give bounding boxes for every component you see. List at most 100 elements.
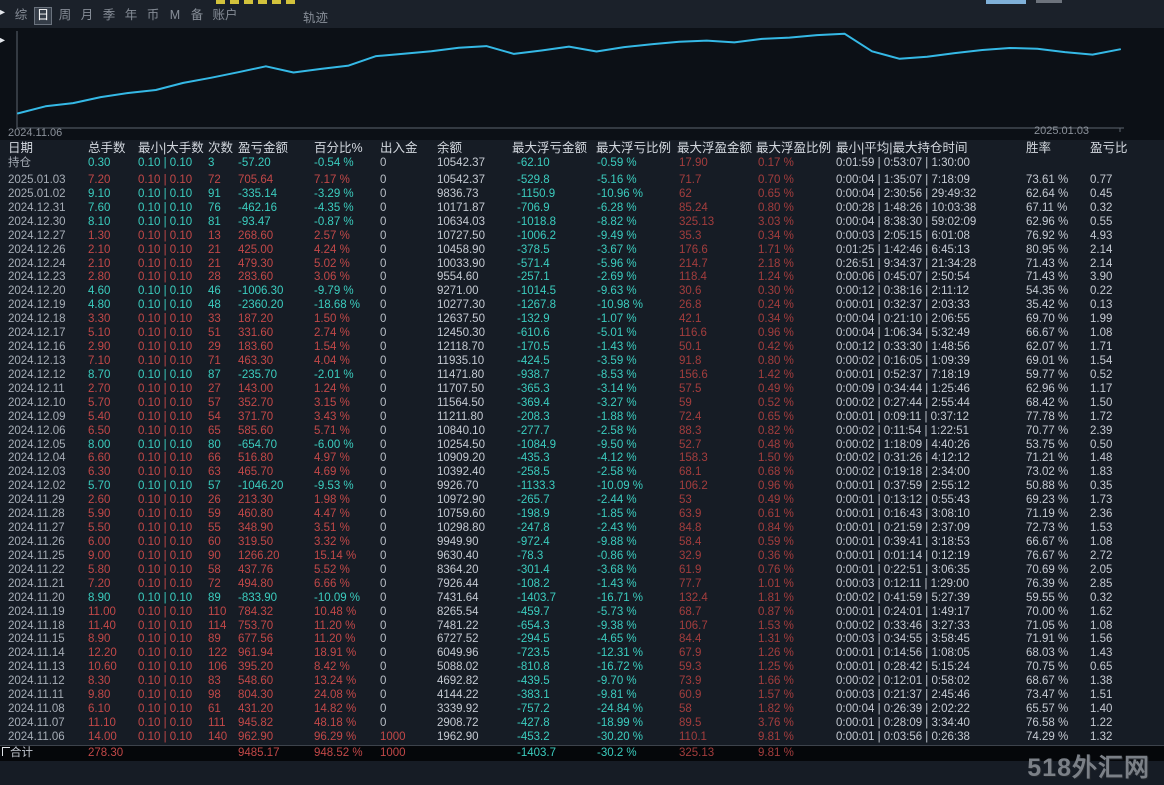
cell-count: 29 [208,341,221,354]
cell-minmax: 0.10 | 0.10 [138,201,193,214]
table-row[interactable]: 2024.12.27 1.30 0.10 | 0.10 13 268.60 2.57 % 0… [0,230,1164,244]
cell-lots: 5.10 [88,327,111,340]
table-row[interactable]: 2024.12.20 4.60 0.10 | 0.10 46 -1006.30 -9.79… [0,285,1164,299]
table-row[interactable]: 2024.12.16 2.90 0.10 | 0.10 29 183.60 1.54 % 0… [0,341,1164,355]
cell-lots: 8.30 [88,675,111,688]
header-pl-ratio: 盈亏比 [1090,141,1128,155]
cell-date: 2024.12.03 [8,466,66,479]
cell-date: 2024.11.25 [8,549,65,562]
cell-balance: 6049.96 [437,647,479,660]
table-row[interactable]: 2024.11.27 5.50 0.10 | 0.10 55 348.90 3.51 % 0… [0,522,1164,536]
table-row[interactable]: 2024.12.18 3.30 0.10 | 0.10 33 187.20 1.50 % 0… [0,313,1164,327]
cell-hold-time: 0:00:28 | 1:48:26 | 10:03:38 [836,201,977,214]
cell-max-float-profit: 325.13 [679,215,715,228]
table-row[interactable]: 2024.11.14 12.20 0.10 | 0.10 122 961.94 18.91… [0,647,1164,661]
cell-max-float-profit: 72.4 [679,410,702,423]
table-row[interactable]: 2024.12.30 8.10 0.10 | 0.10 81 -93.47 -0.87 %… [0,216,1164,230]
table-row[interactable]: 2024.12.05 8.00 0.10 | 0.10 80 -654.70 -6.00 … [0,439,1164,453]
cell-minmax: 0.10 | 0.10 [138,187,193,200]
cell-minmax: 0.10 | 0.10 [138,508,193,521]
table-row[interactable]: 2024.12.09 5.40 0.10 | 0.10 54 371.70 3.43 % 0… [0,411,1164,425]
cell-pct: 1.54 % [314,341,350,354]
toolbar-item-周[interactable]: 周 [54,7,76,25]
toolbar-item-M[interactable]: M [164,7,186,25]
cell-inout: 0 [380,157,387,169]
table-row[interactable]: 2024.11.15 8.90 0.10 | 0.10 89 677.56 11.20 %… [0,633,1164,647]
table-row[interactable]: 2025.01.03 7.20 0.10 | 0.10 72 705.64 7.17 % 0… [0,174,1164,188]
table-row[interactable]: 2024.11.22 5.80 0.10 | 0.10 58 437.76 5.52 % 0… [0,564,1164,578]
cell-max-float-profit-pct: 1.31 % [758,633,794,646]
cell-inout: 0 [380,522,387,535]
cell-pct: 5.52 % [314,563,350,576]
table-row[interactable]: 2024.12.24 2.10 0.10 | 0.10 21 479.30 5.02 % 0… [0,258,1164,272]
table-row[interactable]: 2024.11.25 9.00 0.10 | 0.10 90 1266.20 15.14 … [0,550,1164,564]
cell-lots: 8.00 [88,438,111,451]
toolbar-item-季[interactable]: 季 [98,7,120,25]
table-row[interactable]: 2024.12.10 5.70 0.10 | 0.10 57 352.70 3.15 % 0… [0,397,1164,411]
table-row[interactable]: 2024.11.21 7.20 0.10 | 0.10 72 494.80 6.66 % 0… [0,578,1164,592]
table-row[interactable]: 2024.11.26 6.00 0.10 | 0.10 60 319.50 3.32 % 0… [0,536,1164,550]
cell-hold-time: 0:00:01 | 0:37:59 | 2:55:12 [836,480,970,493]
toolbar-item-备[interactable]: 备 [186,7,208,25]
table-row[interactable]: 2024.11.28 5.90 0.10 | 0.10 59 460.80 4.47 % 0… [0,508,1164,522]
toolbar-item-月[interactable]: 月 [76,7,98,25]
left-edge-marker-icon[interactable]: ▸ [0,8,5,18]
toolbar-item-trail[interactable]: 轨迹 [303,7,328,26]
table-row[interactable]: 2024.12.13 7.10 0.10 | 0.10 71 463.30 4.04 % 0… [0,355,1164,369]
cell-max-float-profit-pct: 0.42 % [758,341,794,354]
toolbar-item-日[interactable]: 日 [34,7,52,25]
table-row[interactable]: 2024.12.12 8.70 0.10 | 0.10 87 -235.70 -2.01 … [0,369,1164,383]
cell-max-float-loss-pct: -16.72 % [597,661,644,674]
table-row[interactable]: 2024.12.04 6.60 0.10 | 0.10 66 516.80 4.97 % 0… [0,452,1164,466]
toolbar-item-年[interactable]: 年 [120,7,142,25]
cell-pct: -0.54 % [314,157,354,169]
table-row[interactable]: 2024.11.13 10.60 0.10 | 0.10 106 395.20 8.42 … [0,661,1164,675]
table-row[interactable]: 2024.11.29 2.60 0.10 | 0.10 26 213.30 1.98 % 0… [0,494,1164,508]
cell-max-float-loss: -810.8 [517,661,550,674]
table-row[interactable]: 2024.11.08 6.10 0.10 | 0.10 61 431.20 14.82 %… [0,703,1164,717]
table-row[interactable]: 2024.12.31 7.60 0.10 | 0.10 76 -462.16 -4.35 … [0,202,1164,216]
table-row[interactable]: 2025.01.02 9.10 0.10 | 0.10 91 -335.14 -3.29 … [0,188,1164,202]
table-row[interactable]: 2024.12.19 4.80 0.10 | 0.10 48 -2360.20 -18.6… [0,299,1164,313]
cell-date: 2025.01.03 [8,174,66,186]
toolbar-item-账户[interactable]: 账户 [208,7,242,25]
cell-max-float-loss: -1018.8 [517,215,557,228]
cell-max-float-loss: -972.4 [517,535,550,548]
cell-win-rate: 69.01 % [1026,354,1069,367]
table-row[interactable]: 2024.12.17 5.10 0.10 | 0.10 51 331.60 2.74 % 0… [0,327,1164,341]
cell-minmax: 0.10 | 0.10 [138,396,193,409]
cell-hold-time: 0:00:01 | 0:13:12 | 0:55:43 [836,494,970,507]
table-row[interactable]: 2024.12.11 2.70 0.10 | 0.10 27 143.00 1.24 % 0… [0,383,1164,397]
table-row[interactable]: 2024.11.19 11.00 0.10 | 0.10 110 784.32 10.48… [0,606,1164,620]
cell-max-float-loss-pct: -4.12 % [597,452,637,465]
cell-max-float-loss-pct: -2.58 % [597,424,637,437]
cell-pct: 4.47 % [314,508,350,521]
cell-pl-ratio: 2.39 [1090,424,1113,437]
table-row[interactable]: 2024.11.20 8.90 0.10 | 0.10 89 -833.90 -10.09… [0,592,1164,606]
table-row[interactable]: 2024.11.11 9.80 0.10 | 0.10 98 804.30 24.08 %… [0,689,1164,703]
total-row-marker [2,747,10,756]
total-row[interactable]: 合计 278.30 9485.17 948.52 % 1000 -1403.7 … [0,745,1164,761]
table-row[interactable]: 2024.12.23 2.80 0.10 | 0.10 28 283.60 3.06 % 0… [0,271,1164,285]
cell-max-float-loss: -257.1 [517,271,550,284]
cell-max-float-profit-pct: 0.96 % [758,327,794,340]
table-row[interactable]: 2024.11.12 8.30 0.10 | 0.10 83 548.60 13.24 %… [0,675,1164,689]
table-row[interactable]: 2024.12.02 5.70 0.10 | 0.10 57 -1046.20 -9.53… [0,480,1164,494]
clipped-blue-link[interactable] [986,0,1026,4]
cell-inout: 0 [380,438,387,451]
position-row[interactable]: 持仓 0.30 0.10 | 0.10 3 -57.20 -0.54 % 0 1… [0,157,1164,171]
toolbar-item-综[interactable]: 综 [10,7,32,25]
cell-max-float-loss: -424.5 [517,354,550,367]
toolbar-item-币[interactable]: 币 [142,7,164,25]
cell-max-float-loss-pct: -30.20 % [597,730,644,743]
cell-pl-ratio: 0.45 [1090,187,1113,200]
table-row[interactable]: 2024.12.26 2.10 0.10 | 0.10 21 425.00 4.24 % 0… [0,244,1164,258]
table-row[interactable]: 2024.11.07 11.10 0.10 | 0.10 111 945.82 48.18… [0,717,1164,731]
cell-date: 2024.12.12 [8,368,66,381]
table-row[interactable]: 2024.11.18 11.40 0.10 | 0.10 114 753.70 11.20… [0,620,1164,634]
cell-max-float-loss: -208.3 [517,410,550,423]
table-row[interactable]: 2024.12.06 6.50 0.10 | 0.10 65 585.60 5.71 % 0… [0,425,1164,439]
table-row[interactable]: 2024.12.03 6.30 0.10 | 0.10 63 465.70 4.69 % 0… [0,466,1164,480]
cell-max-float-profit: 26.8 [679,299,702,312]
table-row[interactable]: 2024.11.06 14.00 0.10 | 0.10 140 962.90 96.29… [0,731,1164,745]
